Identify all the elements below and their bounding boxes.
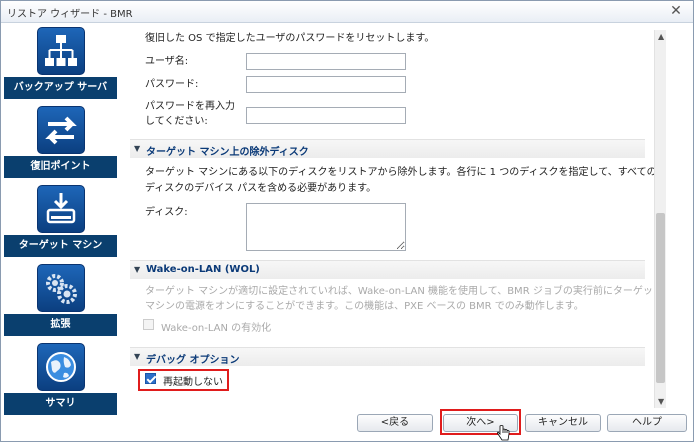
close-icon[interactable]: ✕ xyxy=(668,3,684,19)
password-label: パスワード: xyxy=(145,79,199,90)
password-input[interactable] xyxy=(246,76,406,93)
collapse-chevron-icon: ▼ xyxy=(134,144,141,153)
disk-label: ディスク: xyxy=(145,207,188,218)
no-reboot-highlight-box xyxy=(138,369,229,391)
wol-description-line2: マシンの電源をオンにすることができます。この機能は、PXE ベースの BMR で… xyxy=(145,301,584,312)
network-tree-icon xyxy=(37,27,85,75)
swap-arrows-icon xyxy=(37,106,85,154)
reset-password-description: 復旧した OS で指定したユーザのパスワードをリセットします。 xyxy=(145,33,435,44)
sidebar-item-recovery-point[interactable]: 復旧ポイント xyxy=(4,103,117,183)
advanced-settings-panel: 復旧した OS で指定したユーザのパスワードをリセットします。 ユーザ名: パス… xyxy=(121,24,667,408)
sidebar-item-label: サマリ xyxy=(4,393,117,415)
globe-icon xyxy=(37,343,85,391)
back-button[interactable]: <戻る xyxy=(357,414,433,432)
sidebar-item-label: 拡張 xyxy=(4,314,117,336)
scroll-up-icon[interactable]: ▲ xyxy=(658,32,664,41)
wol-enable-label: Wake-on-LAN の有効化 xyxy=(161,323,272,334)
wol-enable-checkbox xyxy=(143,319,154,330)
sidebar-item-target-machine[interactable]: ターゲット マシン xyxy=(4,182,117,262)
wol-section-header[interactable]: ▼ Wake-on-LAN (WOL) xyxy=(130,260,645,279)
username-label: ユーザ名: xyxy=(145,56,189,67)
exclude-disks-description-line1: ターゲット マシンにある以下のディスクをリストアから除外します。各行に 1 つの… xyxy=(145,167,657,178)
sidebar-item-backup-server[interactable]: バックアップ サーバ xyxy=(4,24,117,104)
gears-icon xyxy=(37,264,85,312)
wol-title: Wake-on-LAN (WOL) xyxy=(146,264,260,275)
sidebar-item-advanced[interactable]: 拡張 xyxy=(4,261,117,341)
sidebar-item-summary[interactable]: サマリ xyxy=(4,340,117,420)
scrollbar-thumb[interactable] xyxy=(656,213,665,383)
debug-title: デバッグ オプション xyxy=(146,355,240,366)
content-scrollbar[interactable]: ▲ ▼ xyxy=(654,30,666,408)
sidebar-item-label: バックアップ サーバ xyxy=(4,77,117,99)
exclude-disks-section-header[interactable]: ▼ ターゲット マシン上の除外ディスク xyxy=(130,139,645,158)
username-input[interactable] xyxy=(246,53,406,70)
collapse-chevron-icon: ▼ xyxy=(134,265,141,274)
wizard-sidebar: バックアップ サーバ 復旧ポイント ターゲット マシン 拡張 サマリ xyxy=(4,24,117,434)
confirm-password-label-line1: パスワードを再入力 xyxy=(145,101,235,112)
exclude-disks-description-line2: ディスクのデバイス パスを含める必要があります。 xyxy=(145,183,377,194)
sidebar-item-label: 復旧ポイント xyxy=(4,156,117,178)
exclude-disks-title: ターゲット マシン上の除外ディスク xyxy=(146,147,309,158)
scroll-down-icon[interactable]: ▼ xyxy=(658,397,664,406)
confirm-password-input[interactable] xyxy=(246,107,406,124)
window-title: リストア ウィザード - BMR xyxy=(7,9,133,20)
sidebar-item-label: ターゲット マシン xyxy=(4,235,117,257)
download-drive-icon xyxy=(37,185,85,233)
help-button[interactable]: ヘルプ xyxy=(607,414,687,432)
cancel-button[interactable]: キャンセル xyxy=(525,414,601,432)
title-bar: リストア ウィザード - BMR ✕ xyxy=(1,1,693,23)
disk-textarea[interactable] xyxy=(246,203,406,251)
debug-section-header[interactable]: ▼ デバッグ オプション xyxy=(130,347,645,366)
collapse-chevron-icon: ▼ xyxy=(134,352,141,361)
confirm-password-label-line2: してください: xyxy=(145,116,208,127)
hand-cursor-icon xyxy=(497,425,510,441)
